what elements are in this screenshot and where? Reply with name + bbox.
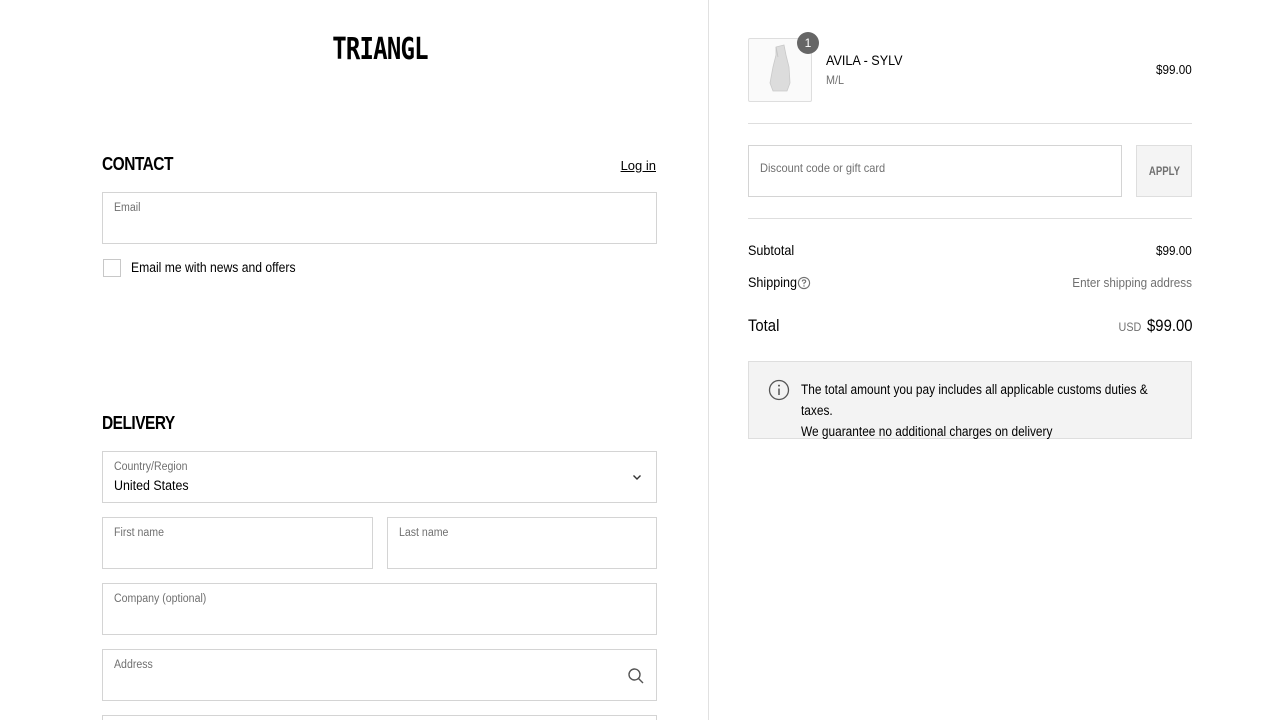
last-name-field[interactable]: Last name [387,517,657,569]
total-amount: $99.00 [1146,317,1192,335]
first-name-field[interactable]: First name [102,517,373,569]
newsletter-checkbox[interactable] [103,259,121,277]
search-icon[interactable] [627,667,645,685]
duties-notice-text: The total amount you pay includes all ap… [801,379,1171,442]
duties-notice-line2: We guarantee no additional charges on de… [801,424,1053,439]
order-summary-panel: 1 AVILA - SYLV M/L $99.00 Discount code … [710,0,1280,720]
email-field-label: Email [114,202,141,214]
address-field[interactable]: Address [102,649,657,701]
company-field[interactable]: Company (optional) [102,583,657,635]
product-name: AVILA - SYLV [826,52,903,68]
product-price: $99.00 [1156,62,1192,77]
address-field-label: Address [114,659,153,671]
country-select-label: Country/Region [114,461,188,473]
info-icon [768,379,790,401]
brand-logo[interactable]: TRIANGL [76,32,684,67]
shipping-label: Shipping [748,274,798,290]
country-select[interactable]: Country/Region United States [102,451,657,503]
question-icon[interactable] [797,276,811,290]
apply-discount-button[interactable]: Apply [1136,145,1192,197]
discount-code-input[interactable]: Discount code or gift card [748,145,1122,197]
quantity-badge: 1 [797,32,819,54]
shipping-value: Enter shipping address [1072,275,1192,290]
divider [748,218,1192,219]
delivery-heading: Delivery [102,413,175,433]
subtotal-label: Subtotal [748,242,795,258]
first-name-field-label: First name [114,527,164,539]
chevron-down-icon [633,475,641,480]
apply-discount-label: Apply [1148,164,1180,178]
contact-heading: Contact [102,154,173,174]
duties-notice: The total amount you pay includes all ap… [748,361,1192,439]
divider [748,123,1192,124]
login-link[interactable]: Log in [621,158,656,173]
last-name-field-label: Last name [399,527,449,539]
discount-code-placeholder: Discount code or gift card [760,161,886,175]
apartment-field[interactable] [102,715,657,720]
country-select-value: United States [114,478,189,493]
subtotal-value: $99.00 [1156,243,1192,258]
email-field[interactable]: Email [102,192,657,244]
product-variant: M/L [826,73,845,87]
total-label: Total [748,317,780,335]
duties-notice-line1: The total amount you pay includes all ap… [801,382,1148,418]
newsletter-checkbox-label[interactable]: Email me with news and offers [131,260,296,275]
total-currency: USD [1118,320,1141,334]
checkout-form-panel: TRIANGL Contact Log in Email Email me wi… [0,0,709,720]
company-field-label: Company (optional) [114,593,207,605]
